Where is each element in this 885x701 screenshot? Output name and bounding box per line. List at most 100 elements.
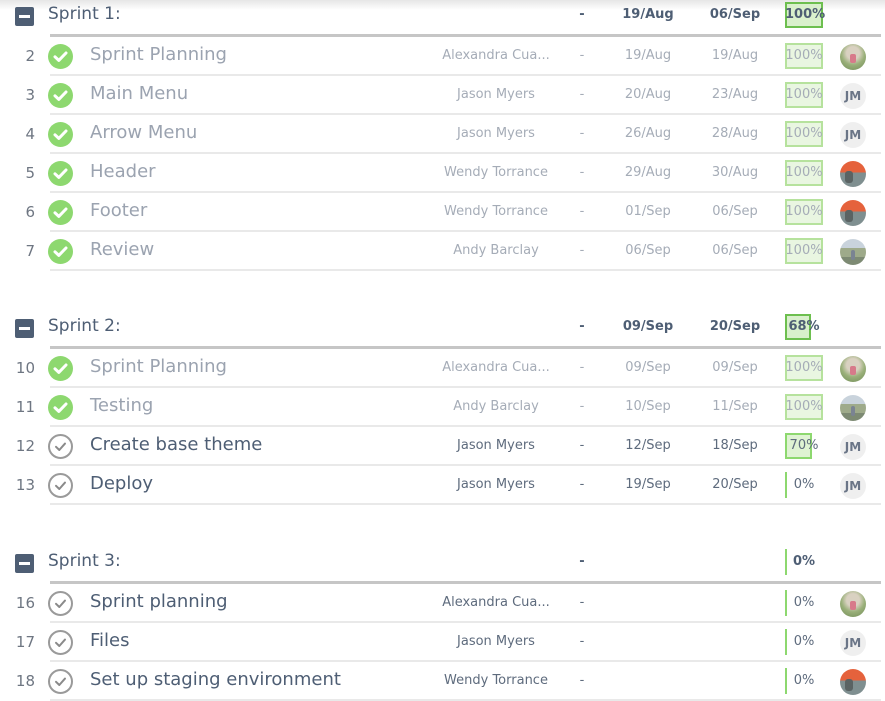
completed-check-icon[interactable]	[48, 395, 73, 420]
task-assignee: Alexandra Cua...	[442, 360, 550, 375]
progress-label: 0%	[792, 554, 816, 569]
incomplete-check-icon[interactable]	[48, 669, 73, 694]
task-name[interactable]: Sprint Planning	[90, 44, 227, 65]
assignee-avatar[interactable]: JM	[840, 473, 866, 499]
assignee-avatar[interactable]	[840, 356, 866, 382]
group-start-date: 09/Sep	[622, 319, 674, 334]
task-row[interactable]: 10 Sprint Planning Alexandra Cua... - 09/Sep…	[0, 349, 885, 388]
incomplete-check-icon[interactable]	[48, 473, 73, 498]
assignee-avatar[interactable]	[840, 44, 866, 70]
task-duration: -	[579, 634, 585, 649]
group-header-row[interactable]: Sprint 2: - 09/Sep 20/Sep 68%	[0, 311, 885, 349]
task-name[interactable]: Sprint Planning	[90, 356, 227, 377]
task-assignee: Andy Barclay	[453, 399, 539, 414]
task-name[interactable]: Testing	[90, 395, 153, 416]
progress-label: 100%	[785, 165, 823, 180]
row-number: 16	[15, 594, 35, 612]
task-progress: 100%	[785, 121, 823, 147]
task-row[interactable]: 6 Footer Wendy Torrance - 01/Sep 06/Sep 100%	[0, 193, 885, 232]
group-progress: 0%	[785, 549, 823, 575]
completed-check-icon[interactable]	[48, 200, 73, 225]
sprint-group: Sprint 3: - 0% 16 Sprint planning Alexandra C…	[0, 546, 885, 701]
task-start-date: 19/Sep	[625, 477, 671, 492]
task-name[interactable]: Main Menu	[90, 83, 188, 104]
assignee-avatar[interactable]	[840, 239, 866, 265]
task-row[interactable]: 4 Arrow Menu Jason Myers - 26/Aug 28/Aug 100% J…	[0, 115, 885, 154]
row-number: 12	[15, 437, 35, 455]
group-end-date: 06/Sep	[709, 7, 761, 22]
task-end-date: 19/Aug	[711, 48, 759, 63]
row-number: 10	[15, 359, 35, 377]
task-row[interactable]: 12 Create base theme Jason Myers - 12/Sep 18/…	[0, 427, 885, 466]
task-name[interactable]: Arrow Menu	[90, 122, 197, 143]
task-end-date: 30/Aug	[711, 165, 759, 180]
task-end-date: 11/Sep	[712, 399, 758, 414]
group-duration: -	[579, 7, 585, 22]
task-name[interactable]: Sprint planning	[90, 591, 228, 612]
assignee-avatar[interactable]: JM	[840, 434, 866, 460]
completed-check-icon[interactable]	[48, 122, 73, 147]
task-name[interactable]: Deploy	[90, 473, 153, 494]
task-duration: -	[579, 165, 585, 180]
assignee-avatar[interactable]	[840, 669, 866, 695]
collapse-group-button[interactable]	[15, 319, 34, 338]
sprint-group: Sprint 2: - 09/Sep 20/Sep 68% 10 Sprint Planni…	[0, 311, 885, 505]
progress-label: 100%	[785, 87, 823, 102]
task-row[interactable]: 16 Sprint planning Alexandra Cua... - 0%	[0, 584, 885, 623]
incomplete-check-icon[interactable]	[48, 434, 73, 459]
task-name[interactable]: Set up staging environment	[90, 669, 341, 690]
incomplete-check-icon[interactable]	[48, 591, 73, 616]
assignee-avatar[interactable]: JM	[840, 83, 866, 109]
row-number: 5	[25, 164, 35, 182]
task-row[interactable]: 17 Files Jason Myers - 0% JM	[0, 623, 885, 662]
task-name[interactable]: Review	[90, 239, 154, 260]
task-duration: -	[579, 595, 585, 610]
completed-check-icon[interactable]	[48, 44, 73, 69]
task-row[interactable]: 11 Testing Andy Barclay - 10/Sep 11/Sep 100%	[0, 388, 885, 427]
group-header-row[interactable]: Sprint 3: - 0%	[0, 546, 885, 584]
task-duration: -	[579, 673, 585, 688]
row-number: 3	[25, 86, 35, 104]
group-start-date: 19/Aug	[622, 7, 674, 22]
row-number: 17	[15, 633, 35, 651]
task-name[interactable]: Create base theme	[90, 434, 262, 455]
completed-check-icon[interactable]	[48, 239, 73, 264]
task-progress: 100%	[785, 199, 823, 225]
task-row[interactable]: 13 Deploy Jason Myers - 19/Sep 20/Sep 0% JM	[0, 466, 885, 505]
task-name[interactable]: Files	[90, 630, 130, 651]
progress-label: 0%	[793, 634, 815, 649]
task-duration: -	[579, 126, 585, 141]
task-row[interactable]: 2 Sprint Planning Alexandra Cua... - 19/Aug 1…	[0, 37, 885, 76]
completed-check-icon[interactable]	[48, 83, 73, 108]
sprint-group: Sprint 1: - 19/Aug 06/Sep 100% 2 Sprint Planni…	[0, 0, 885, 271]
incomplete-check-icon[interactable]	[48, 630, 73, 655]
collapse-group-button[interactable]	[15, 554, 34, 573]
row-number: 11	[15, 398, 35, 416]
task-duration: -	[579, 360, 585, 375]
task-progress: 100%	[785, 43, 823, 69]
assignee-avatar[interactable]	[840, 591, 866, 617]
assignee-avatar[interactable]: JM	[840, 122, 866, 148]
task-name[interactable]: Header	[90, 161, 156, 182]
task-progress: 100%	[785, 160, 823, 186]
task-assignee: Alexandra Cua...	[442, 48, 550, 63]
assignee-avatar[interactable]	[840, 395, 866, 421]
assignee-avatar[interactable]: JM	[840, 630, 866, 656]
completed-check-icon[interactable]	[48, 161, 73, 186]
group-title: Sprint 2:	[48, 316, 121, 336]
task-duration: -	[579, 243, 585, 258]
task-row[interactable]: 18 Set up staging environment Wendy Torran…	[0, 662, 885, 701]
task-row[interactable]: 5 Header Wendy Torrance - 29/Aug 30/Aug 100%	[0, 154, 885, 193]
group-header-row[interactable]: Sprint 1: - 19/Aug 06/Sep 100%	[0, 0, 885, 37]
task-start-date: 26/Aug	[624, 126, 672, 141]
completed-check-icon[interactable]	[48, 356, 73, 381]
task-name[interactable]: Footer	[90, 200, 147, 221]
collapse-group-button[interactable]	[15, 7, 34, 26]
task-row[interactable]: 7 Review Andy Barclay - 06/Sep 06/Sep 100%	[0, 232, 885, 271]
task-row[interactable]: 3 Main Menu Jason Myers - 20/Aug 23/Aug 100% JM	[0, 76, 885, 115]
progress-label: 100%	[785, 243, 823, 258]
assignee-avatar[interactable]	[840, 161, 866, 187]
group-progress: 68%	[785, 314, 823, 340]
progress-label: 0%	[793, 477, 815, 492]
assignee-avatar[interactable]	[840, 200, 866, 226]
